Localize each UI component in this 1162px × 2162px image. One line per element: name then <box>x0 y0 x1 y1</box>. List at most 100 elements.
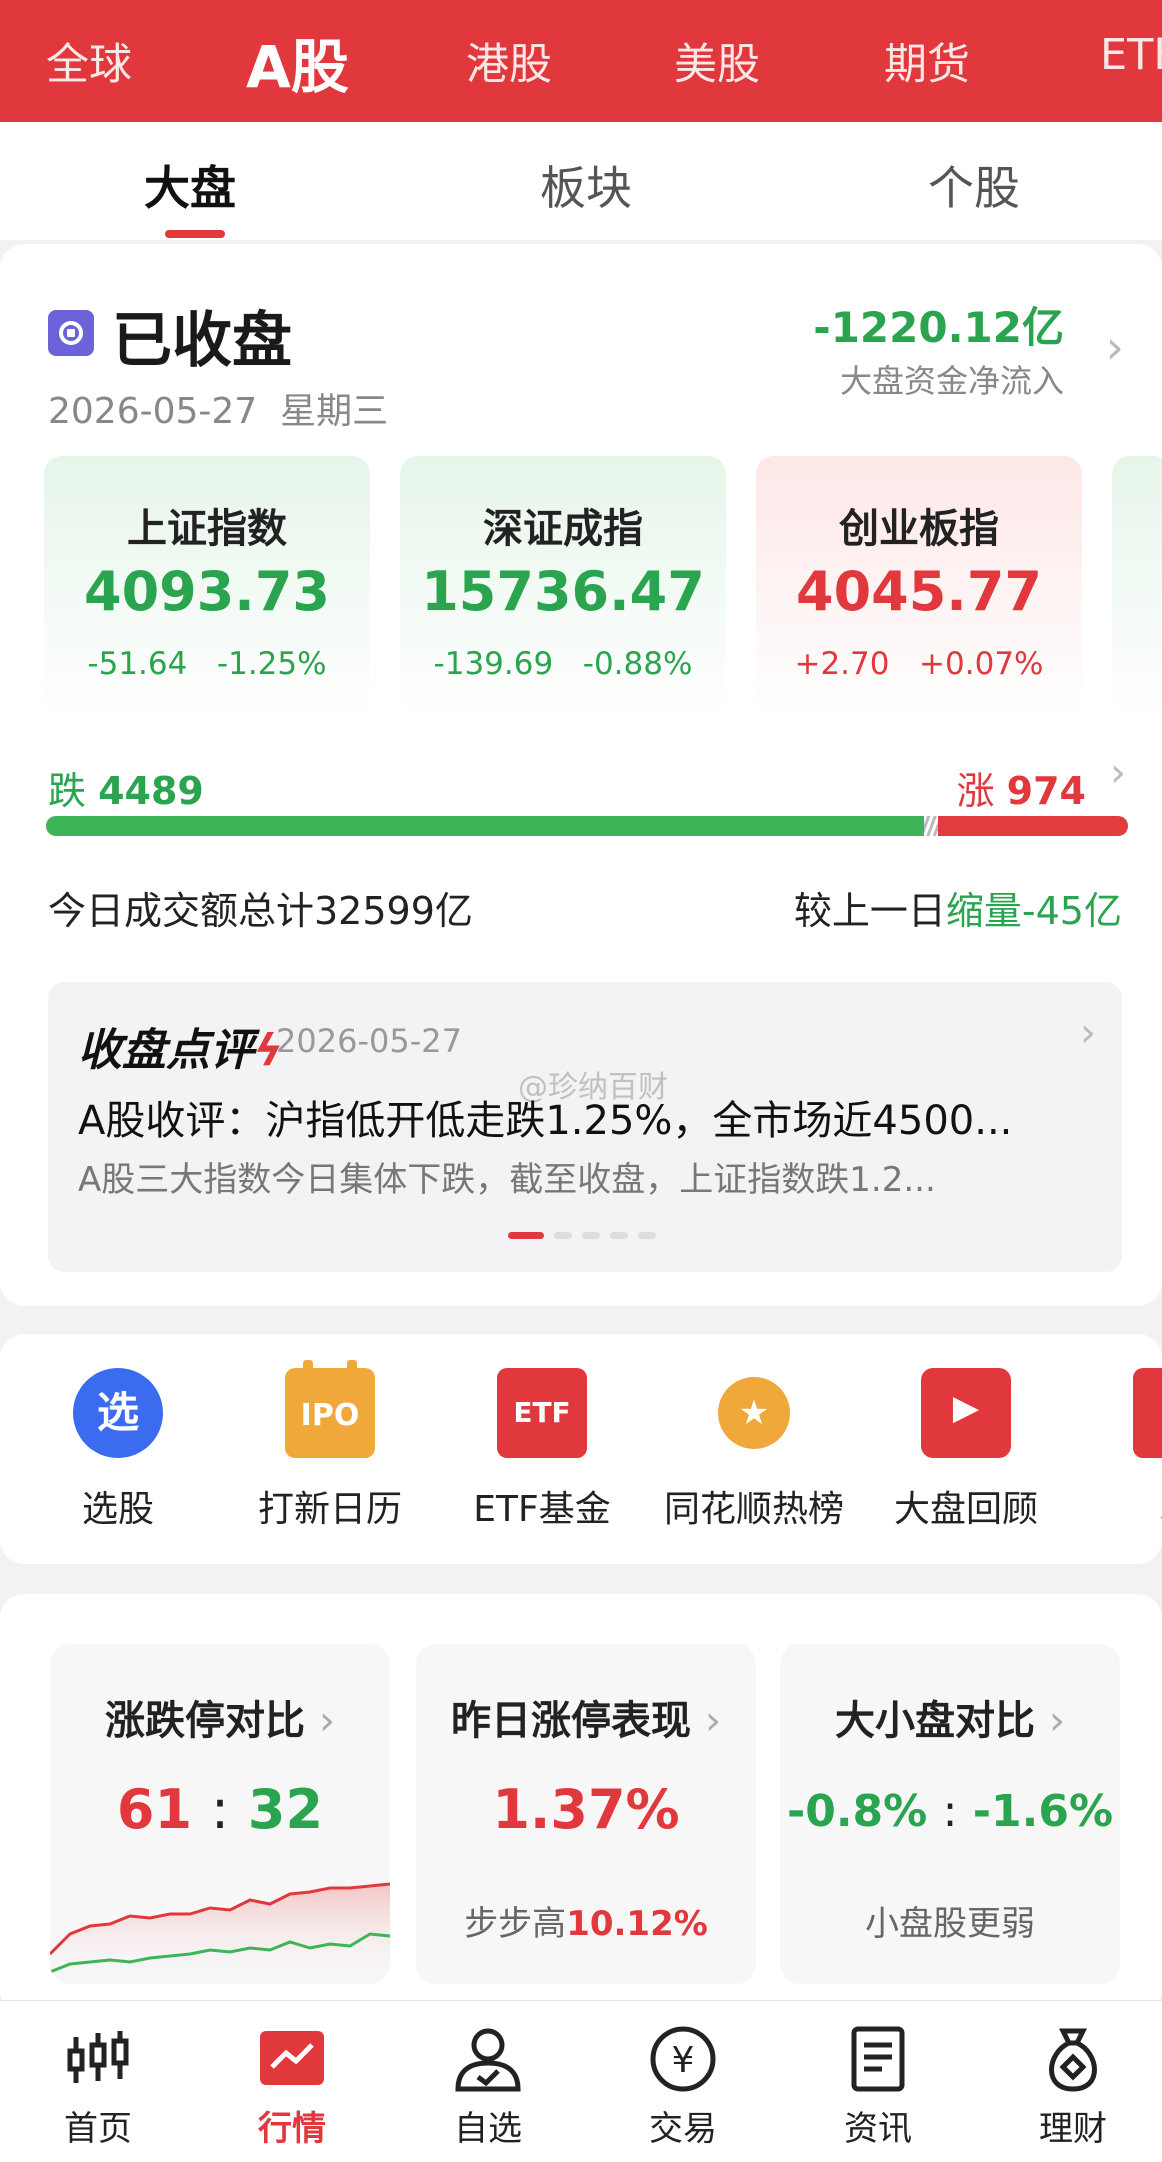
shortcut-market-review[interactable]: ▶ 大盘回顾 <box>866 1368 1066 1532</box>
index-value: 15736.47 <box>421 560 705 623</box>
ipo-calendar-icon: IPO <box>285 1360 375 1458</box>
nav-market[interactable]: 行情 <box>227 2023 357 2150</box>
nav-watchlist[interactable]: 自选 <box>423 2023 553 2150</box>
market-top-tabs: 全球 A股 港股 美股 期货 ETF <box>0 0 1162 122</box>
nav-trade[interactable]: ¥ 交易 <box>618 2023 748 2150</box>
declining-count: 跌 4489 <box>48 769 204 813</box>
sub-tabs: 大盘 板块 个股 <box>0 122 1162 240</box>
turnover-compare: 较上一日缩量-45亿 <box>793 889 1122 933</box>
index-value: 4045.77 <box>796 560 1042 623</box>
nav-label: 理财 <box>1039 2109 1107 2149</box>
market-status: 已收盘 <box>112 306 292 376</box>
stat-title: 涨跌停对比 › <box>105 1698 335 1744</box>
shortcut-label: 选股 <box>81 1489 154 1530</box>
net-capital-flow-label: 大盘资金净流入 <box>839 362 1064 400</box>
subtab-market[interactable]: 大盘 <box>144 152 236 218</box>
stat-title: 昨日涨停表现 › <box>451 1698 721 1744</box>
bottom-navigation: 首页 行情 自选 ¥ 交易 资讯 理财 <box>0 2000 1162 2162</box>
market-date: 2026-05-27 星期三 <box>48 391 389 432</box>
yuan-coin-icon: ¥ <box>647 2023 719 2095</box>
limit-trend-sparkline <box>50 1882 390 1984</box>
carousel-dot <box>554 1232 572 1239</box>
index-card-chinext[interactable]: 创业板指 4045.77 +2.70 +0.07% <box>756 456 1082 718</box>
shortcut-north[interactable]: 北 <box>1078 1368 1162 1532</box>
carousel-dot-active <box>508 1232 544 1239</box>
chevron-right-icon[interactable]: › <box>1110 750 1126 796</box>
review-title[interactable]: A股收评：沪指低开低走跌1.25%，全市场近4500... <box>78 1088 1088 1146</box>
index-name: 创业板指 <box>839 506 999 552</box>
top-performer: 步步高10.12% <box>464 1904 708 1944</box>
index-card-partial[interactable] <box>1112 456 1162 718</box>
nav-wealth[interactable]: 理财 <box>1008 2023 1138 2150</box>
shortcut-hot-list[interactable]: ★ 同花顺热榜 <box>654 1368 854 1532</box>
nav-home[interactable]: 首页 <box>33 2023 163 2150</box>
search-stock-icon: 选 <box>73 1368 163 1458</box>
carousel-dot <box>582 1232 600 1239</box>
svg-text:¥: ¥ <box>672 2040 695 2081</box>
index-card-shanghai[interactable]: 上证指数 4093.73 -51.64 -1.25% <box>44 456 370 718</box>
subtab-sectors[interactable]: 板块 <box>540 152 632 218</box>
tab-us-shares[interactable]: 美股 <box>674 30 760 92</box>
tab-futures[interactable]: 期货 <box>884 30 970 92</box>
tab-a-shares[interactable]: A股 <box>246 20 349 104</box>
market-overview-card: 已收盘 2026-05-27 星期三 -1220.12亿 大盘资金净流入 › 上… <box>0 244 1162 1306</box>
decline-segment <box>46 816 924 836</box>
index-change: +2.70 +0.07% <box>794 646 1044 682</box>
nav-label: 行情 <box>258 2109 326 2149</box>
document-icon <box>842 2023 914 2095</box>
etf-icon: ETF <box>497 1368 587 1458</box>
user-check-icon <box>452 2023 524 2095</box>
index-value: 4093.73 <box>84 560 330 623</box>
shortcut-stock-picker[interactable]: 选 选股 <box>18 1368 218 1532</box>
limit-up-down-compare[interactable]: 涨跌停对比 › 61 : 32 <box>50 1644 390 1984</box>
net-capital-flow-value[interactable]: -1220.12亿 <box>813 294 1064 355</box>
turnover-total: 今日成交额总计32599亿 <box>48 889 473 933</box>
advance-segment <box>938 816 1128 836</box>
hot-list-icon: ★ <box>718 1377 790 1449</box>
limit-ratio: 61 : 32 <box>116 1778 324 1841</box>
shortcut-label: ETF基金 <box>473 1489 611 1530</box>
nav-news[interactable]: 资讯 <box>813 2023 943 2150</box>
advancing-count[interactable]: 涨 974 <box>957 760 1086 815</box>
index-name: 深证成指 <box>483 506 643 552</box>
large-small-cap-compare[interactable]: 大小盘对比 › -0.8% : -1.6% 小盘股更弱 <box>780 1644 1120 1984</box>
shortcut-label: 同花顺热榜 <box>663 1489 844 1530</box>
shortcut-label: 大盘回顾 <box>893 1489 1038 1530</box>
shortcut-grid: 选 选股 IPO 打新日历 ETF ETF基金 ★ 同花顺热榜 ▶ 大盘回顾 北 <box>0 1334 1162 1564</box>
trend-chart-icon <box>256 2023 328 2095</box>
nav-label: 自选 <box>454 2109 522 2149</box>
index-card-shenzhen[interactable]: 深证成指 15736.47 -139.69 -0.88% <box>400 456 726 718</box>
market-review-icon: ▶ <box>921 1368 1011 1458</box>
candlestick-icon <box>62 2023 134 2095</box>
market-stats-card: 涨跌停对比 › 61 : 32 昨日涨停表现 › 1.37% 步步高10.12%… <box>0 1594 1162 2014</box>
advance-decline-bar <box>46 816 1128 836</box>
nav-label: 首页 <box>64 2109 132 2149</box>
yesterday-limit-up-performance[interactable]: 昨日涨停表现 › 1.37% 步步高10.12% <box>416 1644 756 1984</box>
shortcut-etf-fund[interactable]: ETF ETF基金 <box>442 1368 642 1532</box>
carousel-dot <box>610 1232 628 1239</box>
cap-ratio: -0.8% : -1.6% <box>786 1786 1114 1837</box>
tab-etf[interactable]: ETF <box>1100 30 1162 80</box>
review-brand: 收盘点评ϟ <box>78 1025 284 1076</box>
nav-label: 资讯 <box>844 2109 912 2149</box>
index-change: -51.64 -1.25% <box>87 646 327 682</box>
closing-review-card[interactable]: 收盘点评ϟ 2026-05-27 @珍纳百财 › A股收评：沪指低开低走跌1.2… <box>48 982 1122 1272</box>
chevron-right-icon[interactable]: › <box>1080 1010 1096 1056</box>
tab-global[interactable]: 全球 <box>46 30 132 92</box>
subtab-stocks[interactable]: 个股 <box>928 152 1020 218</box>
chevron-right-icon[interactable]: › <box>1106 320 1124 374</box>
index-name: 上证指数 <box>127 506 287 552</box>
review-date: 2026-05-27 <box>276 1022 462 1060</box>
shortcut-ipo-calendar[interactable]: IPO 打新日历 <box>230 1360 430 1532</box>
review-summary: A股三大指数今日集体下跌，截至收盘，上证指数跌1.2... <box>78 1160 936 1200</box>
stat-title: 大小盘对比 › <box>835 1698 1065 1744</box>
index-change: -139.69 -0.88% <box>433 646 693 682</box>
carousel-dot <box>638 1232 656 1239</box>
market-closed-icon <box>48 310 94 356</box>
north-icon <box>1133 1368 1162 1458</box>
active-tab-indicator <box>165 230 225 238</box>
shortcut-label: 北 <box>1078 1480 1162 1532</box>
bar-separator <box>924 816 938 836</box>
limit-up-performance-value: 1.37% <box>492 1778 680 1841</box>
tab-hk-shares[interactable]: 港股 <box>466 30 552 92</box>
